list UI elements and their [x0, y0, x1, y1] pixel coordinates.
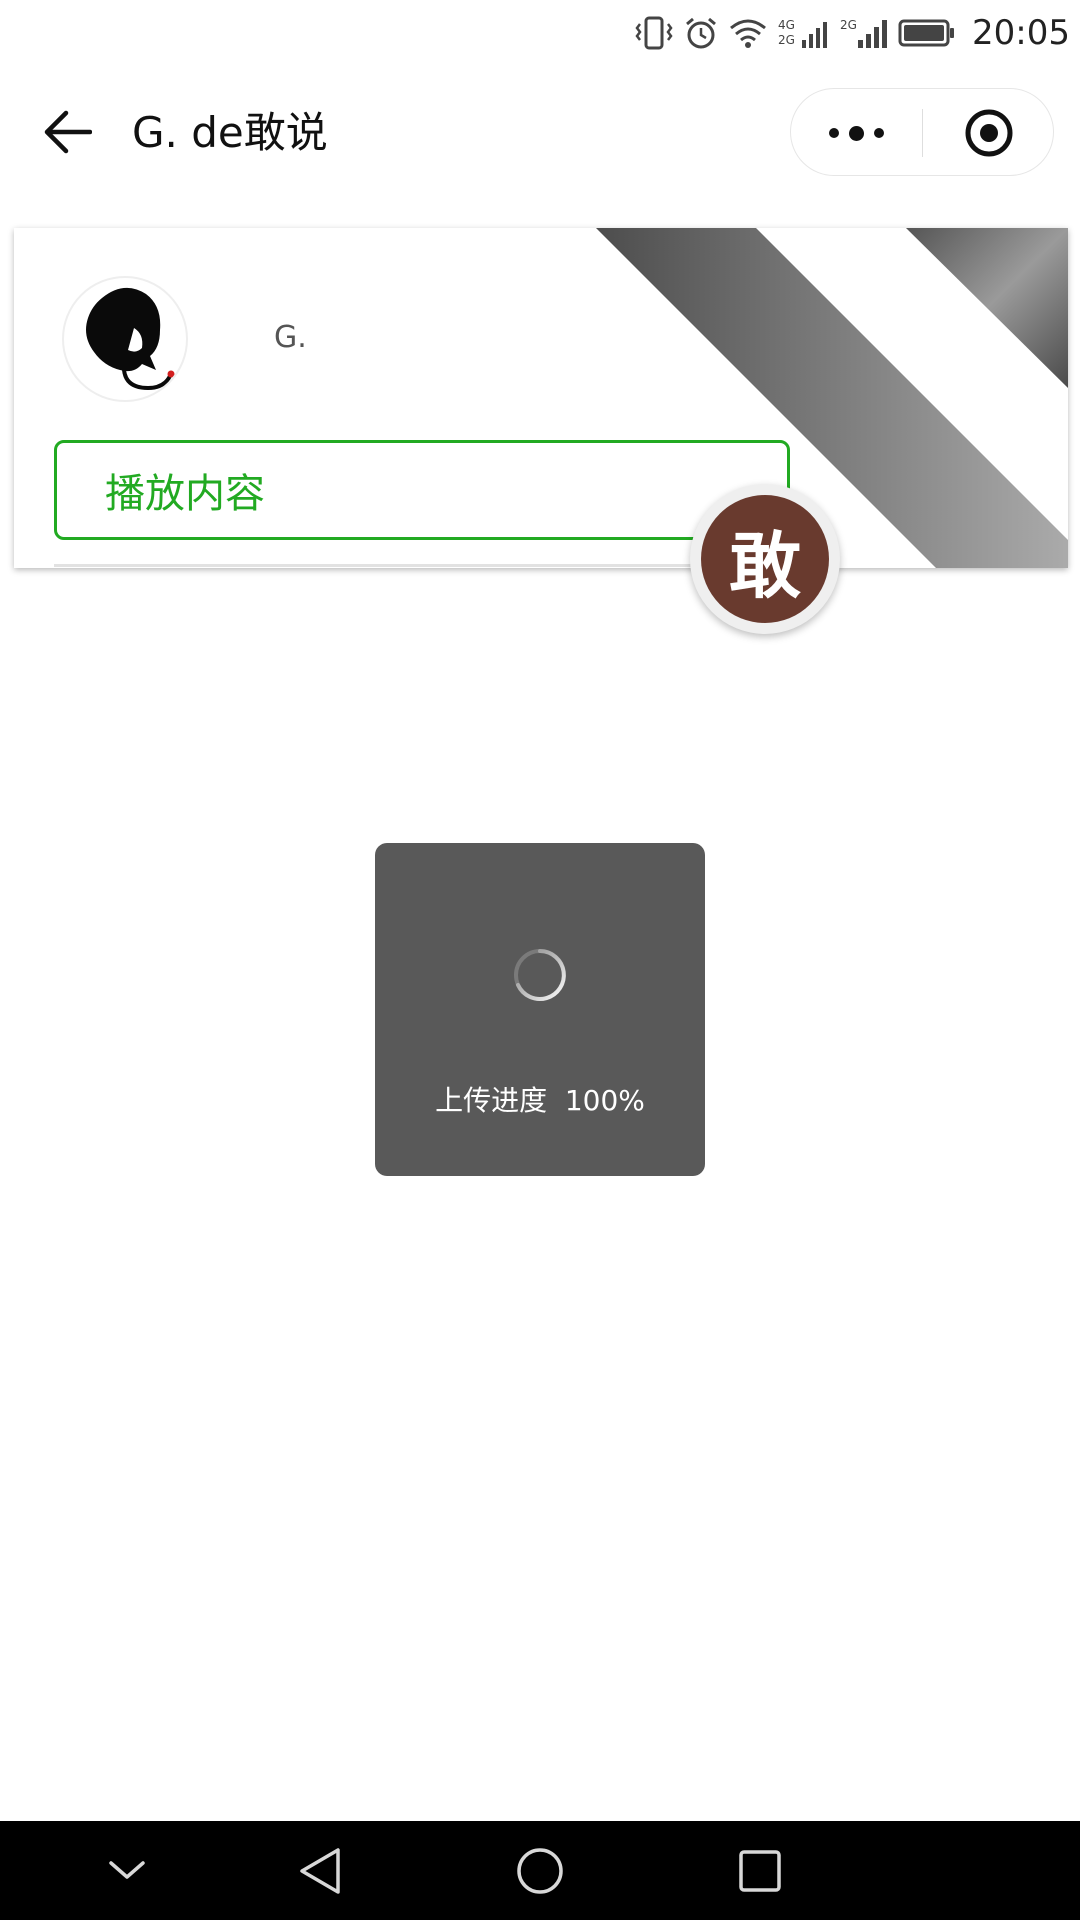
- arrow-left-icon: [44, 110, 92, 154]
- card-divider: [54, 564, 734, 567]
- signal-4g-icon: 4G 2G: [778, 18, 828, 48]
- page-title: G. de敢说: [132, 108, 328, 157]
- user-name: G.: [274, 320, 307, 355]
- svg-text:2G: 2G: [778, 33, 795, 47]
- target-circle-icon: [965, 109, 1013, 157]
- mini-program-capsule: [790, 88, 1054, 176]
- wifi-icon: [730, 19, 766, 48]
- status-time: 20:05: [972, 13, 1070, 53]
- status-icons: 4G 2G 2G 20:05: [634, 10, 1070, 56]
- more-dots-icon-center: [849, 125, 864, 141]
- back-triangle-icon: [300, 1848, 340, 1894]
- more-dots-icon-right: [874, 128, 884, 138]
- nav-back-button[interactable]: [290, 1843, 350, 1899]
- brand-badge[interactable]: 敢: [690, 484, 840, 634]
- upload-progress-toast: 上传进度 100%: [375, 843, 705, 1176]
- more-dots-icon: [829, 128, 839, 138]
- svg-text:2G: 2G: [840, 18, 857, 32]
- nav-hide-button[interactable]: [97, 1843, 157, 1899]
- brand-badge-character: 敢: [728, 522, 801, 608]
- title-bar: G. de敢说: [0, 66, 1080, 202]
- upload-progress-label: 上传进度 100%: [435, 1084, 645, 1117]
- vibrate-icon: [635, 16, 673, 50]
- close-button[interactable]: [923, 89, 1055, 177]
- nav-home-button[interactable]: [510, 1843, 570, 1899]
- recents-square-icon: [739, 1850, 781, 1892]
- battery-icon: [898, 19, 955, 47]
- home-circle-icon: [517, 1848, 563, 1894]
- play-content-label: 播放内容: [105, 471, 265, 517]
- nav-recents-button[interactable]: [730, 1843, 790, 1899]
- brand-badge-inner: 敢: [701, 495, 829, 623]
- back-button[interactable]: [38, 102, 98, 162]
- chevron-down-icon: [109, 1861, 145, 1879]
- profile-card: G. 播放内容: [14, 228, 1068, 568]
- avatar-silhouette-icon: [65, 279, 185, 399]
- more-button[interactable]: [791, 89, 922, 177]
- avatar[interactable]: [62, 276, 188, 402]
- svg-text:4G: 4G: [778, 18, 795, 32]
- alarm-icon: [686, 17, 716, 49]
- loading-spinner-icon: [514, 949, 566, 1001]
- status-bar: 4G 2G 2G 20:05: [0, 0, 1080, 66]
- play-content-button[interactable]: 播放内容: [54, 440, 790, 540]
- system-navigation-bar: [0, 1821, 1080, 1920]
- signal-2g-icon: 2G: [840, 18, 888, 48]
